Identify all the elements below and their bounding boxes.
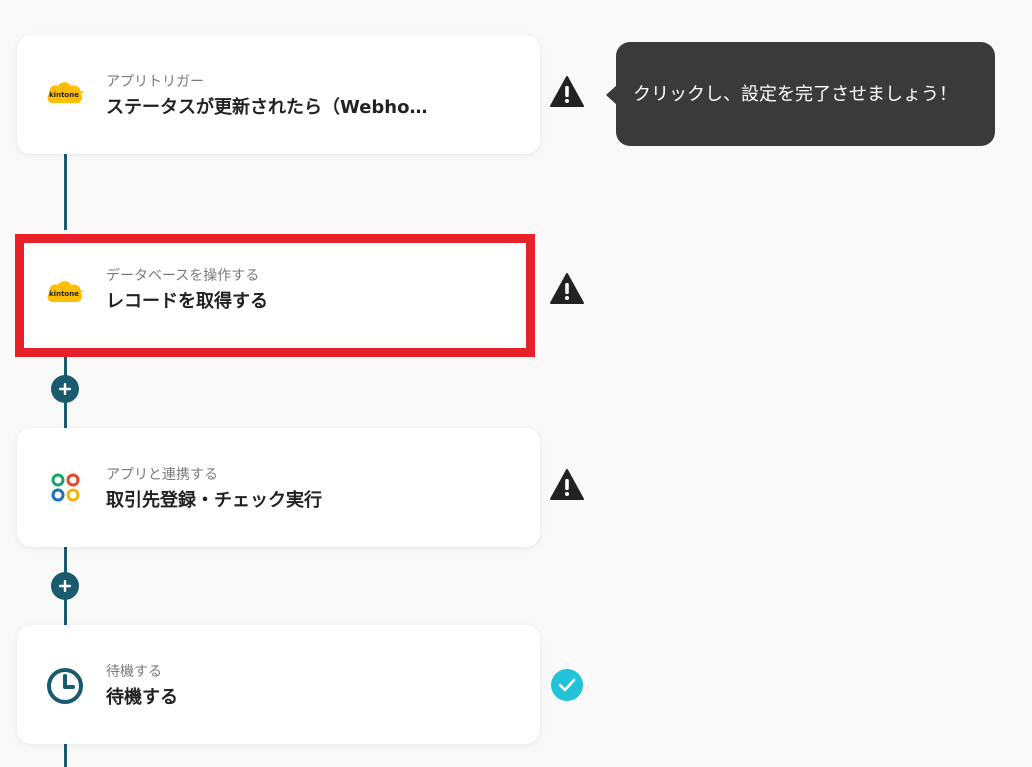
- step-title: 取引先登録・チェック実行: [106, 490, 322, 511]
- warning-icon: [550, 272, 584, 306]
- step-title: ステータスが更新されたら（Webho…: [106, 97, 428, 118]
- step-title: 待機する: [106, 687, 178, 708]
- svg-text:kintone: kintone: [49, 91, 79, 99]
- connector-line: [64, 742, 67, 767]
- step-label: 待機する: [106, 664, 162, 680]
- kintone-icon: kintone: [45, 77, 85, 111]
- step-card-get-record[interactable]: kintone データベースを操作する レコードを取得する: [15, 234, 535, 357]
- warning-icon: [550, 468, 584, 502]
- workflow-canvas: kintone アプリトリガー ステータスが更新されたら（Webho… クリック…: [0, 0, 1032, 767]
- step-title: レコードを取得する: [106, 291, 268, 312]
- step-label: データベースを操作する: [106, 268, 260, 284]
- plus-icon: [59, 383, 71, 395]
- plus-icon: [59, 580, 71, 592]
- step-label: アプリと連携する: [106, 467, 218, 483]
- check-icon: [550, 668, 584, 702]
- add-step-button[interactable]: [51, 375, 79, 403]
- step-label: アプリトリガー: [106, 74, 204, 90]
- add-step-button[interactable]: [51, 572, 79, 600]
- kintone-icon: kintone: [45, 276, 85, 310]
- svg-text:kintone: kintone: [49, 290, 79, 298]
- connector-line: [64, 154, 67, 230]
- warning-icon: [550, 75, 584, 109]
- step-card-app-integration[interactable]: アプリと連携する 取引先登録・チェック実行: [17, 428, 540, 547]
- step-card-trigger[interactable]: kintone アプリトリガー ステータスが更新されたら（Webho…: [17, 35, 540, 154]
- tooltip: クリックし、設定を完了させましょう！: [616, 42, 995, 146]
- step-card-wait[interactable]: 待機する 待機する: [17, 625, 540, 744]
- app-integration-icon: [45, 470, 85, 504]
- clock-icon: [45, 667, 85, 704]
